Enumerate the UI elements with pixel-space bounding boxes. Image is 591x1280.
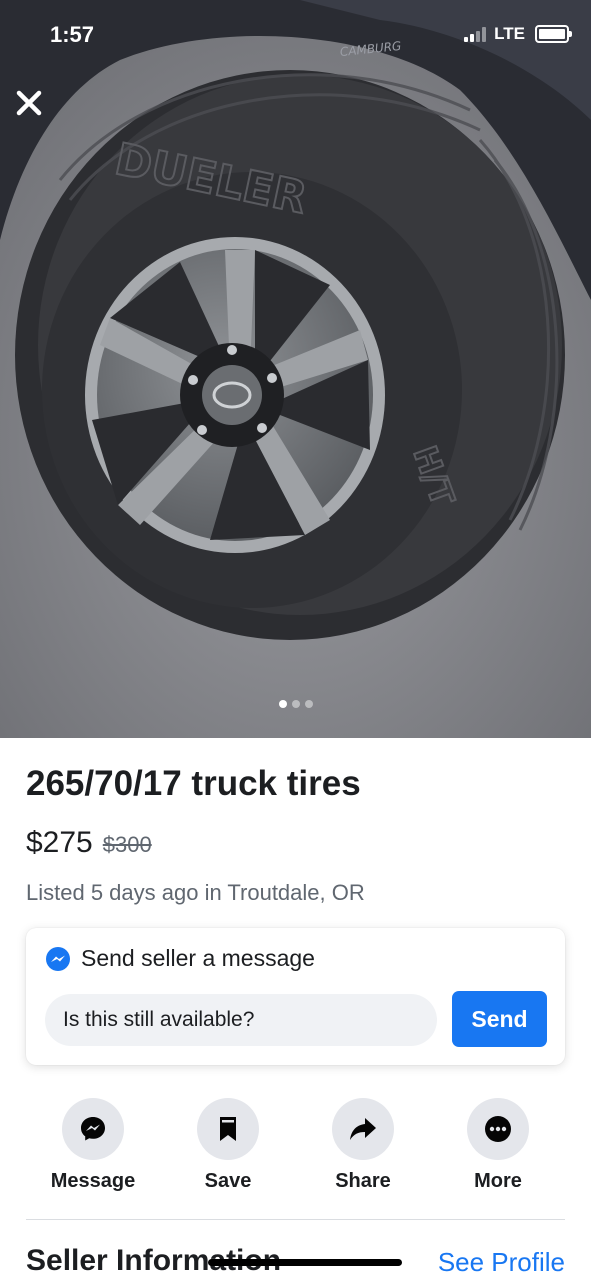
status-time: 1:57 xyxy=(50,22,95,47)
carousel-dot xyxy=(291,700,300,708)
status-bar: 1:57 LTE xyxy=(0,0,591,70)
close-icon xyxy=(16,90,42,116)
message-card-heading: Send seller a message xyxy=(81,945,315,971)
carousel-indicator xyxy=(0,700,591,708)
more-action-circle xyxy=(467,1098,529,1160)
save-action-button[interactable]: Save xyxy=(168,1098,288,1193)
share-action-label: Share xyxy=(335,1170,391,1192)
message-card: Send seller a message Send xyxy=(26,928,565,1065)
more-action-label: More xyxy=(474,1170,522,1192)
listing-title: 265/70/17 truck tires xyxy=(26,764,361,803)
message-action-circle xyxy=(62,1098,124,1160)
more-dots-icon xyxy=(485,1116,511,1142)
share-action-circle xyxy=(332,1098,394,1160)
carousel-dot xyxy=(304,700,313,708)
action-row: Message Save Share More xyxy=(0,1098,591,1198)
message-input[interactable] xyxy=(45,994,437,1046)
messenger-icon xyxy=(46,946,70,971)
share-arrow-icon xyxy=(350,1118,376,1140)
status-indicators: LTE xyxy=(464,24,572,44)
price-row: $275 $300 xyxy=(26,826,152,860)
close-button[interactable] xyxy=(12,86,46,120)
section-divider xyxy=(26,1219,565,1220)
message-action-label: Message xyxy=(50,1170,136,1192)
listing-photo[interactable]: DUELER H/T CAMBURG 1:57 LTE xyxy=(0,0,591,738)
signal-icon xyxy=(464,26,487,42)
battery-icon xyxy=(535,25,572,43)
message-card-header: Send seller a message xyxy=(45,945,315,972)
price: $275 xyxy=(26,826,93,859)
more-action-button[interactable]: More xyxy=(438,1098,558,1193)
save-action-circle xyxy=(197,1098,259,1160)
carousel-dot xyxy=(278,700,287,708)
original-price: $300 xyxy=(102,832,152,857)
share-action-button[interactable]: Share xyxy=(303,1098,423,1193)
bookmark-icon xyxy=(220,1117,236,1141)
message-action-button[interactable]: Message xyxy=(33,1098,153,1193)
listed-info: Listed 5 days ago in Troutdale, OR xyxy=(26,880,365,905)
messenger-icon xyxy=(81,1117,105,1141)
network-label: LTE xyxy=(494,24,525,43)
send-button[interactable]: Send xyxy=(452,991,547,1047)
home-indicator[interactable] xyxy=(208,1259,402,1266)
tire-image: DUELER H/T CAMBURG xyxy=(0,0,591,738)
see-profile-link[interactable]: See Profile xyxy=(438,1247,565,1278)
save-action-label: Save xyxy=(204,1170,252,1192)
